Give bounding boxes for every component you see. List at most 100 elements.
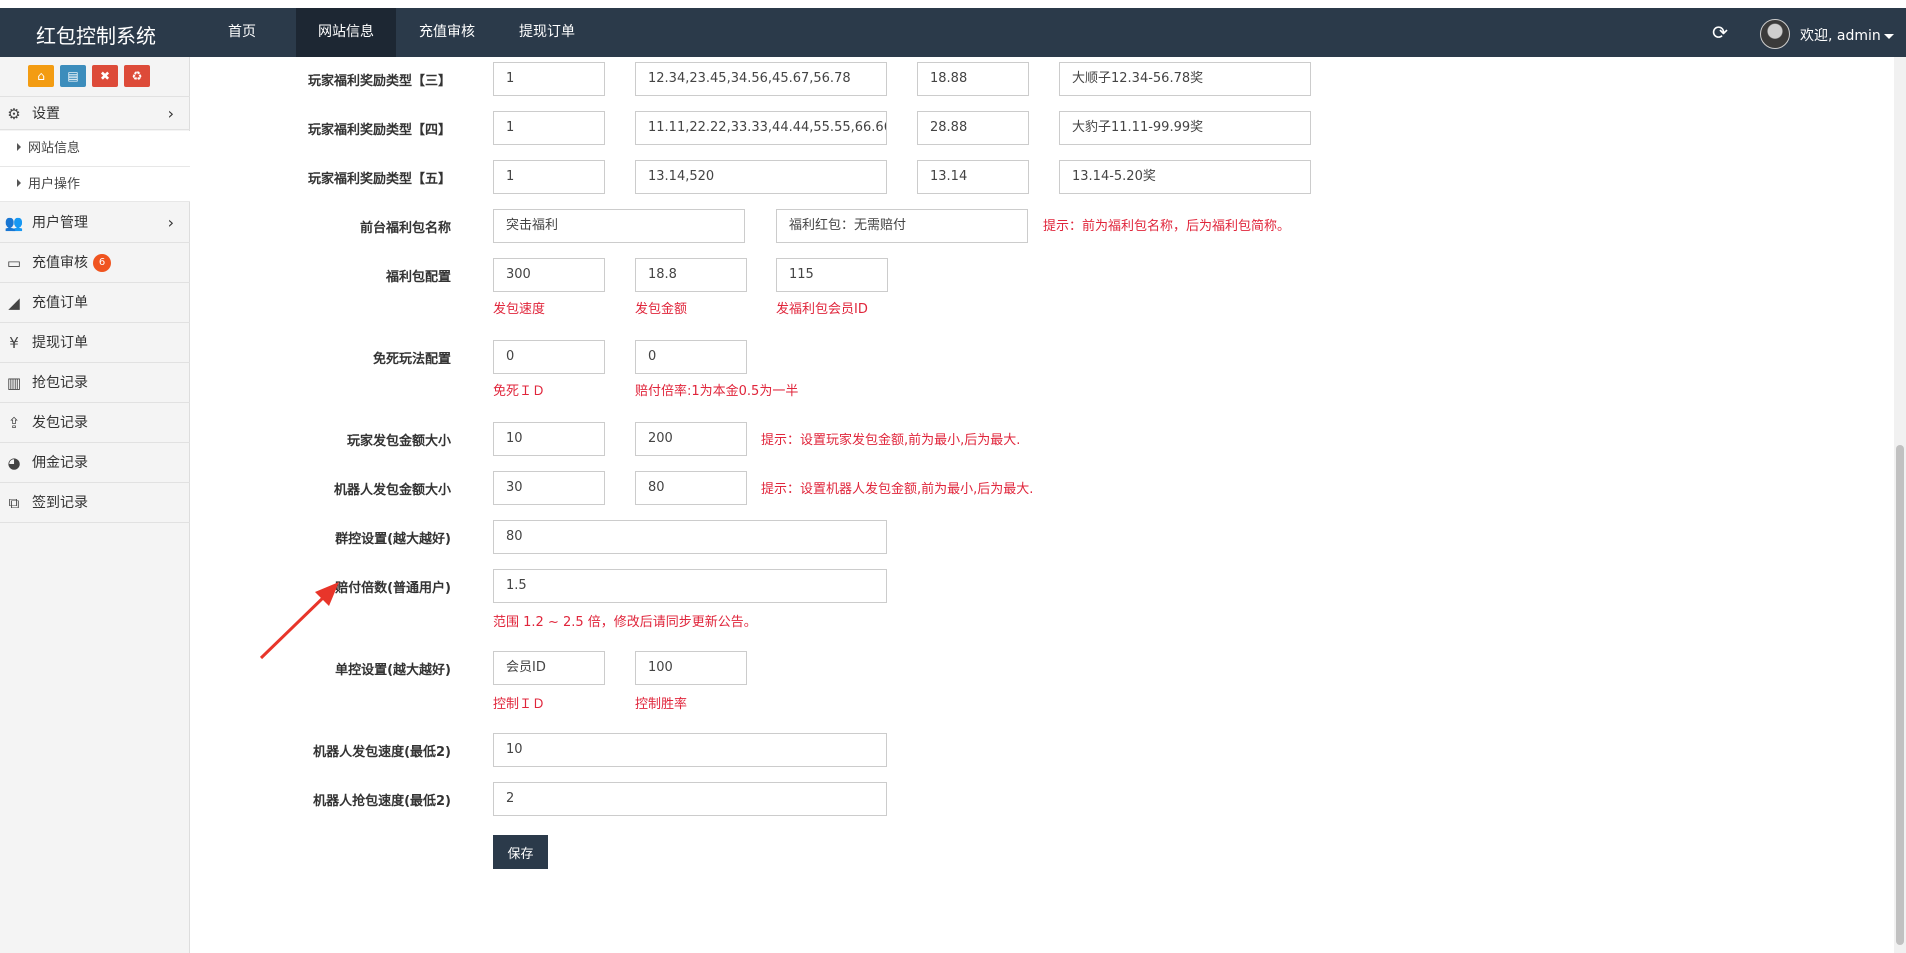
- clone-icon: ⧉: [8, 494, 20, 512]
- welfare-member-id-input[interactable]: 115: [776, 258, 888, 292]
- chevron-right-icon: ›: [167, 213, 174, 232]
- free-death-id-input[interactable]: 0: [493, 340, 605, 374]
- top-strip: [0, 0, 1906, 8]
- welfare-short-name-input[interactable]: 福利红包：无需赔付: [776, 209, 1028, 243]
- upload-icon: ⇪: [7, 414, 21, 432]
- welcome-text: 欢迎, admin: [1800, 28, 1881, 44]
- caret-right-icon: [17, 179, 21, 187]
- reward-type-5-amounts-input[interactable]: 13.14,520: [635, 160, 887, 194]
- reward-type-5-label: 玩家福利奖励类型【五】: [307, 172, 451, 187]
- refresh-icon[interactable]: ⟳: [1712, 22, 1728, 44]
- reward-type-4-label: 玩家福利奖励类型【四】: [307, 123, 451, 138]
- caret-right-icon: [17, 143, 21, 151]
- user-menu[interactable]: 欢迎, admin: [1800, 25, 1894, 45]
- nav-withdraw-orders[interactable]: 提现订单: [512, 8, 582, 57]
- player-amount-min-input[interactable]: 10: [493, 422, 605, 456]
- control-member-id-input[interactable]: 会员ID: [493, 651, 605, 685]
- robot-send-speed-label: 机器人发包速度(最低2): [313, 745, 451, 760]
- reward-type-3-count-input[interactable]: 1: [493, 62, 605, 96]
- group-control-label: 群控设置(越大越好): [335, 532, 451, 547]
- yen-icon: ¥: [9, 334, 19, 352]
- sidebar-sub-site-info[interactable]: 网站信息: [0, 131, 190, 167]
- payout-rate-hint: 赔付倍率:1为本金0.5为一半: [635, 384, 799, 399]
- save-button[interactable]: 保存: [493, 835, 548, 869]
- gears-icon: ⚙: [7, 105, 21, 123]
- sidebar-sub-user-ops[interactable]: 用户操作: [0, 167, 190, 202]
- welfare-member-id-hint: 发福利包会员ID: [776, 302, 868, 317]
- scrollbar-thumb[interactable]: [1896, 445, 1904, 945]
- nav-home[interactable]: 首页: [212, 8, 272, 57]
- reward-type-3-amounts-input[interactable]: 12.34,23.45,34.56,45.67,56.78: [635, 62, 887, 96]
- count-badge: 6: [93, 254, 111, 272]
- welfare-amount-input[interactable]: 18.8: [635, 258, 747, 292]
- bar-chart-icon: ▥: [6, 374, 22, 392]
- payout-multiplier-hint: 范围 1.2 ~ 2.5 倍，修改后请同步更新公告。: [493, 615, 757, 630]
- reward-type-3-bonus-input[interactable]: 18.88: [917, 62, 1029, 96]
- robot-send-speed-input[interactable]: 10: [493, 733, 887, 767]
- home-icon[interactable]: ⌂: [28, 65, 54, 87]
- robot-grab-speed-label: 机器人抢包速度(最低2): [313, 794, 451, 809]
- reward-type-4-name-input[interactable]: 大豹子11.11-99.99奖: [1059, 111, 1311, 145]
- reward-type-4-bonus-input[interactable]: 28.88: [917, 111, 1029, 145]
- reward-type-4-count-input[interactable]: 1: [493, 111, 605, 145]
- sidebar-item-recharge-orders[interactable]: ◢ 充值订单: [0, 283, 190, 323]
- robot-amount-min-input[interactable]: 30: [493, 471, 605, 505]
- avatar[interactable]: [1760, 19, 1790, 49]
- users-icon: 👥: [4, 214, 24, 232]
- reward-type-4-amounts-input[interactable]: 11.11,22.22,33.33,44.44,55.55,66.66: [635, 111, 887, 145]
- robot-grab-speed-input[interactable]: 2: [493, 782, 887, 816]
- reward-type-5-count-input[interactable]: 1: [493, 160, 605, 194]
- arrow-shaft: [259, 592, 329, 660]
- sidebar-item-settings[interactable]: ⚙ 设置 ›: [0, 96, 190, 130]
- player-amount-hint: 提示：设置玩家发包金额,前为最小,后为最大.: [761, 433, 1021, 448]
- player-amount-max-input[interactable]: 200: [635, 422, 747, 456]
- payout-rate-input[interactable]: 0: [635, 340, 747, 374]
- welfare-amount-hint: 发包金额: [635, 302, 688, 317]
- chevron-right-icon: ›: [167, 104, 174, 123]
- sidebar-item-commission-records[interactable]: ◕ 佣金记录: [0, 443, 190, 483]
- payout-multiplier-input[interactable]: 1.5: [493, 569, 887, 603]
- page-scrollbar[interactable]: [1894, 57, 1906, 953]
- control-win-rate-input[interactable]: 100: [635, 651, 747, 685]
- single-control-label: 单控设置(越大越好): [335, 663, 451, 678]
- robot-amount-max-input[interactable]: 80: [635, 471, 747, 505]
- free-death-label: 免死玩法配置: [372, 352, 451, 367]
- control-member-id-hint: 控制ＩＤ: [493, 697, 546, 712]
- group-control-input[interactable]: 80: [493, 520, 887, 554]
- welfare-name-label: 前台福利包名称: [359, 221, 451, 236]
- robot-amount-label: 机器人发包金额大小: [333, 483, 451, 498]
- brand-title[interactable]: 红包控制系统: [36, 20, 156, 49]
- recycle-icon[interactable]: ♻: [124, 65, 150, 87]
- welfare-config-label: 福利包配置: [385, 270, 451, 285]
- sidebar: ⌂ ▤ ✖ ♻ ⚙ 设置 › 网站信息 用户操作 👥 用户管理 › ▭ 充值审核…: [0, 57, 190, 953]
- reward-type-3-label: 玩家福利奖励类型【三】: [307, 74, 451, 89]
- reward-type-5-name-input[interactable]: 13.14-5.20奖: [1059, 160, 1311, 194]
- sidebar-item-send-records[interactable]: ⇪ 发包记录: [0, 403, 190, 443]
- desktop-icon: ▭: [6, 254, 22, 272]
- chevron-down-icon: [1883, 33, 1894, 39]
- sidebar-item-checkin-records[interactable]: ⧉ 签到记录: [0, 483, 190, 523]
- area-chart-icon: ◢: [8, 294, 20, 312]
- sidebar-item-recharge-review[interactable]: ▭ 充值审核 6: [0, 243, 190, 283]
- player-amount-label: 玩家发包金额大小: [346, 434, 451, 449]
- top-navbar: 红包控制系统 首页 网站信息 充值审核 提现订单 ⟳ 欢迎, admin: [0, 8, 1906, 57]
- welfare-speed-input[interactable]: 300: [493, 258, 605, 292]
- sidebar-item-withdraw-orders[interactable]: ¥ 提现订单: [0, 323, 190, 363]
- pie-chart-icon: ◕: [7, 454, 21, 472]
- sidebar-item-users[interactable]: 👥 用户管理 ›: [0, 203, 190, 243]
- reward-type-3-name-input[interactable]: 大顺子12.34-56.78奖: [1059, 62, 1311, 96]
- nav-recharge-review[interactable]: 充值审核: [412, 8, 482, 57]
- annotation-arrow-icon: [259, 582, 339, 660]
- reward-type-5-bonus-input[interactable]: 13.14: [917, 160, 1029, 194]
- welfare-speed-hint: 发包速度: [493, 302, 546, 317]
- free-death-id-hint: 免死ＩＤ: [493, 384, 546, 399]
- sidebar-item-grab-records[interactable]: ▥ 抢包记录: [0, 363, 190, 403]
- file-icon[interactable]: ▤: [60, 65, 86, 87]
- control-win-rate-hint: 控制胜率: [635, 697, 688, 712]
- welfare-name-hint: 提示：前为福利包名称，后为福利包简称。: [1043, 219, 1291, 234]
- settings-form: 玩家福利奖励类型【三】 1 12.34,23.45,34.56,45.67,56…: [191, 57, 1891, 953]
- welfare-name-input[interactable]: 突击福利: [493, 209, 745, 243]
- robot-amount-hint: 提示：设置机器人发包金额,前为最小,后为最大.: [761, 482, 1034, 497]
- nav-site-info[interactable]: 网站信息: [296, 8, 396, 57]
- trash-icon[interactable]: ✖: [92, 65, 118, 87]
